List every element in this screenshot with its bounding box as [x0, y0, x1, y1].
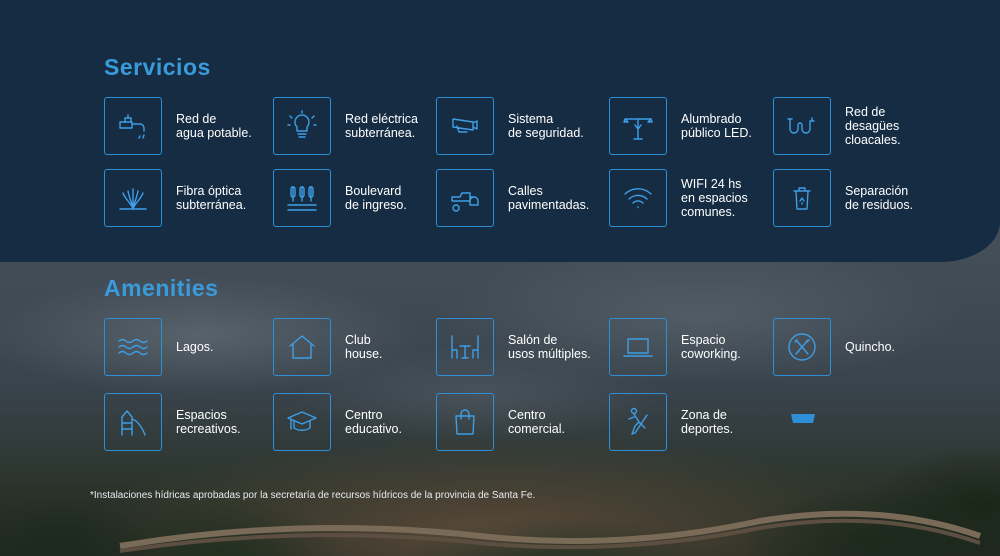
amenity-item-salon: Salón de usos múltiples.	[436, 318, 591, 376]
amenity-item-deportes: Zona de deportes.	[609, 393, 733, 451]
recycle-bin-icon	[793, 187, 811, 210]
hockey-player-icon	[628, 407, 648, 435]
service-label: Separación de residuos.	[845, 184, 914, 212]
service-item-residuos: Separación de residuos.	[773, 169, 913, 227]
amenity-item-lagos: Lagos.	[104, 318, 214, 376]
service-label: Sistema de seguridad.	[508, 112, 584, 140]
laptop-icon	[623, 338, 653, 357]
road-roller-icon	[451, 192, 479, 212]
tables-chairs-icon	[451, 335, 479, 359]
service-item-fibra: Fibra óptica subterránea.	[104, 169, 246, 227]
faucet-icon	[119, 114, 145, 139]
footnote: *Instalaciones hídricas aprobadas por la…	[90, 490, 536, 501]
service-item-boulevard: Boulevard de ingreso.	[273, 169, 407, 227]
amenity-item-quincho: Quincho.	[773, 318, 895, 376]
service-item-desagues: Red de desagües cloacales.	[773, 97, 901, 155]
amenity-item-recreativos: Espacios recreativos.	[104, 393, 241, 451]
amenity-label: Quincho.	[845, 340, 896, 354]
amenity-label: Centro educativo.	[345, 408, 402, 436]
service-label: Fibra óptica subterránea.	[176, 184, 247, 212]
drain-pipe-icon	[787, 117, 815, 134]
playground-icon	[121, 410, 146, 436]
service-label: Alumbrado público LED.	[681, 112, 752, 140]
street-light-icon	[623, 118, 653, 140]
amenity-label: Zona de deportes.	[681, 408, 734, 436]
grill-utensils-icon	[788, 333, 816, 361]
service-label: WIFI 24 hs en espacios comunes.	[681, 177, 748, 219]
amenity-item-comercial: Centro comercial.	[436, 393, 565, 451]
decorative-tab-shape	[791, 414, 815, 423]
graduation-cap-icon	[287, 411, 317, 431]
amenity-item-educativo: Centro educativo.	[273, 393, 402, 451]
service-item-seguridad: Sistema de seguridad.	[436, 97, 584, 155]
amenity-label: Lagos.	[176, 340, 214, 354]
waves-icon	[118, 338, 148, 356]
boulevard-icon	[287, 186, 317, 211]
service-label: Red de desagües cloacales.	[845, 105, 901, 147]
service-label: Calles pavimentadas.	[508, 184, 590, 212]
amenity-label: Centro comercial.	[508, 408, 565, 436]
service-item-electrica: Red eléctrica subterránea.	[273, 97, 418, 155]
lightbulb-icon	[287, 110, 317, 138]
amenity-label: Club house.	[345, 333, 383, 361]
service-item-agua: Red de agua potable.	[104, 97, 252, 155]
pergola-structure	[119, 510, 981, 553]
amenity-label: Espacios recreativos.	[176, 408, 241, 436]
service-label: Red de agua potable.	[176, 112, 252, 140]
service-item-calles: Calles pavimentadas.	[436, 169, 589, 227]
amenity-item-club: Club house.	[273, 318, 383, 376]
fiber-optic-icon	[119, 188, 147, 210]
service-label: Red eléctrica subterránea.	[345, 112, 418, 140]
servicios-title: Servicios	[104, 54, 211, 80]
service-label: Boulevard de ingreso.	[345, 184, 407, 212]
wifi-icon	[624, 188, 652, 209]
amenity-item-coworking: Espacio coworking.	[609, 318, 741, 376]
service-item-alumbrado: Alumbrado público LED.	[609, 97, 752, 155]
shopping-bag-icon	[455, 409, 475, 435]
amenities-title: Amenities	[104, 275, 219, 301]
security-camera-icon	[452, 118, 478, 133]
amenity-label: Salón de usos múltiples.	[508, 333, 591, 361]
amenity-label: Espacio coworking.	[681, 333, 741, 361]
house-icon	[289, 335, 315, 359]
service-item-wifi: WIFI 24 hs en espacios comunes.	[609, 169, 748, 227]
